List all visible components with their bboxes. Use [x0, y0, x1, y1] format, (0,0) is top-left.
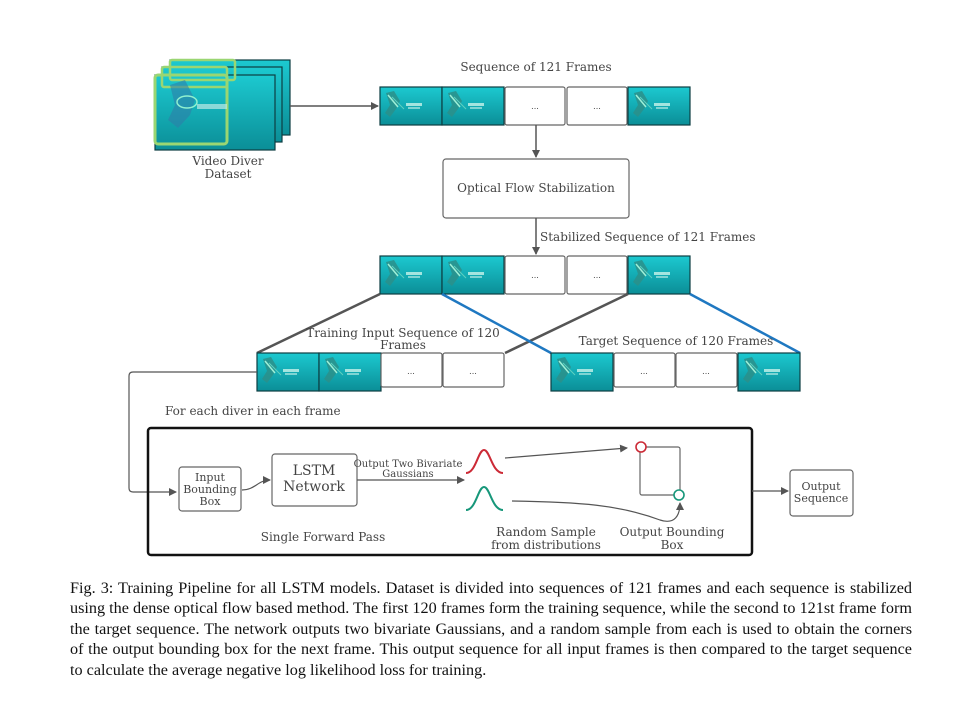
frame-thumbnail	[627, 255, 691, 295]
target-ellipsis: ...	[640, 367, 648, 376]
stabilized-sequence-label: Stabilized Sequence of 121 Frames	[540, 230, 756, 244]
training-ellipsis: ...	[407, 367, 415, 376]
forward-pass-label: Single Forward Pass	[261, 530, 386, 544]
gaussian-red	[465, 448, 504, 474]
training-input-sequence	[256, 352, 505, 392]
output-sequence-label: Sequence	[794, 492, 848, 505]
training-ellipsis: ...	[469, 367, 477, 376]
frame-thumbnail	[379, 86, 443, 126]
dataset-label-line1: Video Diver	[191, 154, 263, 168]
video-dataset-stack	[153, 58, 291, 151]
target-sequence	[550, 352, 801, 392]
lstm-label: Network	[283, 479, 345, 495]
frame-thumbnail	[379, 255, 443, 295]
training-input-title-line2: Frames	[380, 338, 426, 352]
sequence-title: Sequence of 121 Frames	[460, 60, 611, 74]
output-bbox-label: Output Bounding	[620, 525, 725, 539]
frame-thumbnail	[441, 86, 505, 126]
sequence-ellipsis: ...	[531, 102, 539, 111]
stabilized-ellipsis: ...	[593, 271, 601, 280]
optical-flow-label: Optical Flow Stabilization	[457, 181, 615, 195]
frame-thumbnail	[318, 352, 382, 392]
random-sample-label: from distributions	[491, 538, 601, 552]
sequence-ellipsis: ...	[593, 102, 601, 111]
input-box-label: Box	[200, 495, 222, 508]
frame-thumbnail	[737, 352, 801, 392]
frame-thumbnail	[256, 352, 320, 392]
green-sample-arrow	[511, 500, 684, 522]
random-sample-label: Random Sample	[496, 525, 596, 539]
loop-label: For each diver in each frame	[165, 404, 341, 418]
lstm-label: LSTM	[293, 463, 336, 479]
frame-thumbnail	[627, 86, 691, 126]
training-pipeline-diagram: Video Diver Dataset Sequence of 121 Fram…	[128, 58, 854, 557]
output-gaussians-label: Gaussians	[382, 469, 433, 480]
dataset-label-line2: Dataset	[205, 167, 252, 181]
target-ellipsis: ...	[702, 367, 710, 376]
gaussian-green	[465, 485, 504, 511]
bbox-corner-bottom-right	[673, 489, 685, 501]
output-bbox-label: Box	[661, 538, 684, 552]
stabilized-ellipsis: ...	[531, 271, 539, 280]
training-split-line-left	[256, 292, 381, 355]
target-split-line-left	[441, 292, 552, 355]
input-to-lstm-arrow	[241, 476, 271, 491]
red-sample-arrow	[504, 444, 628, 459]
target-sequence-title: Target Sequence of 120 Frames	[579, 334, 774, 348]
bbox-corner-top-left	[635, 441, 647, 453]
figure-caption: Fig. 3: Training Pipeline for all LSTM m…	[70, 579, 912, 679]
frame-thumbnail	[441, 255, 505, 295]
output-bounding-box	[639, 446, 681, 496]
frame-thumbnail	[550, 352, 614, 392]
